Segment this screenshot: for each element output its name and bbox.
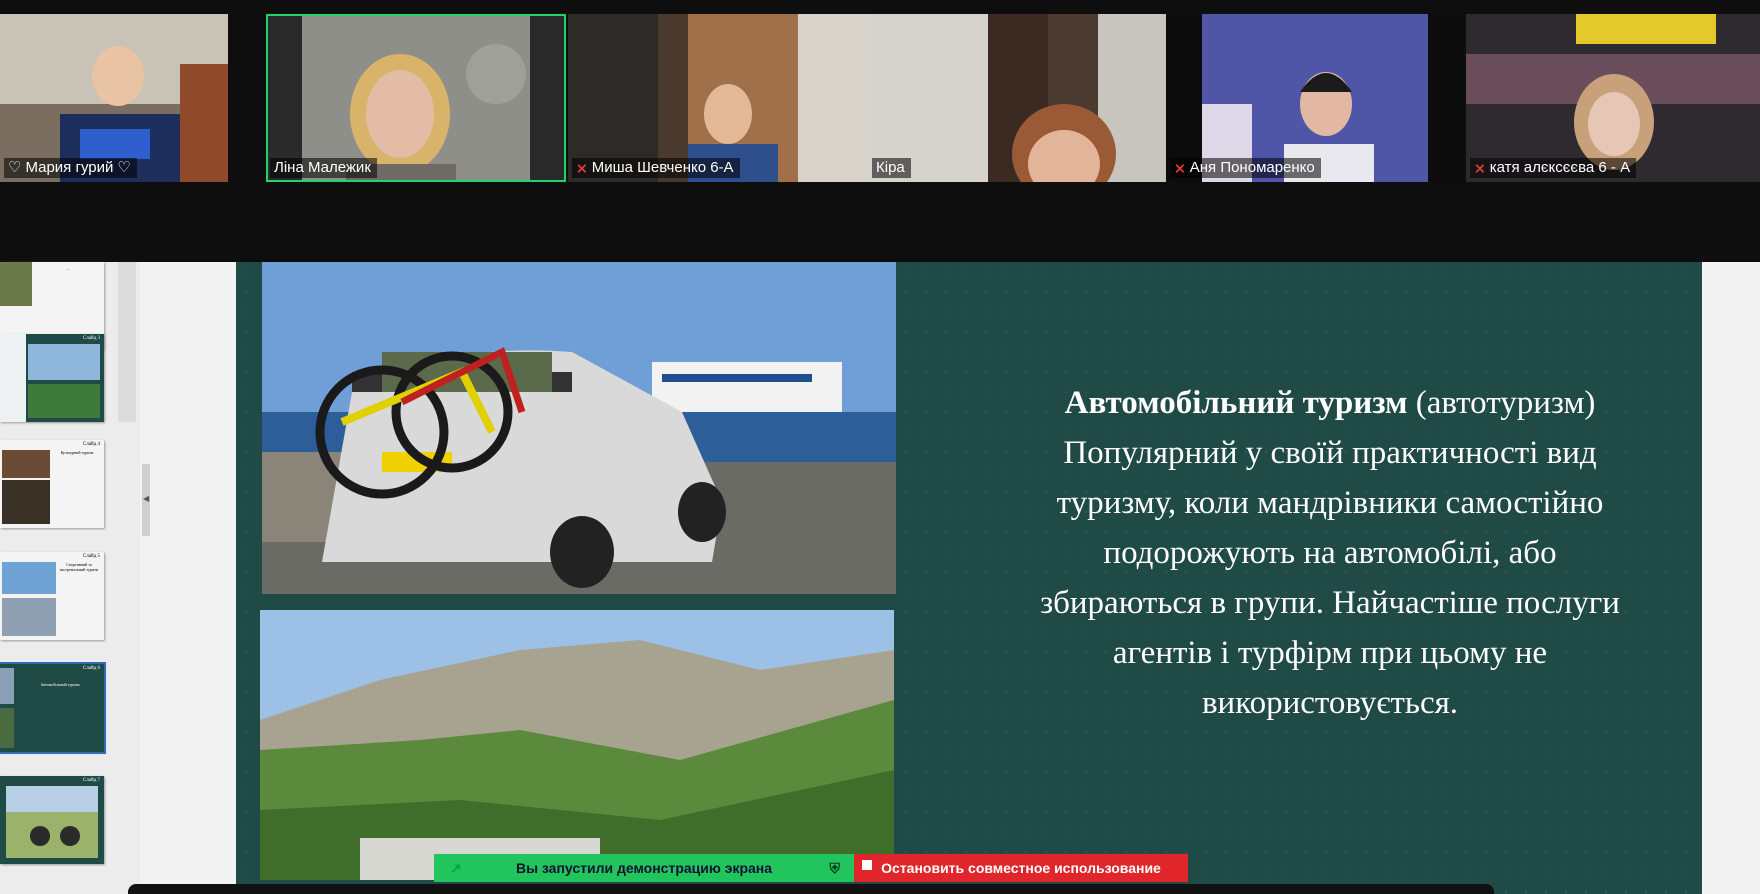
participant-name-tag: ⨯ Аня Пономаренко [1170,158,1321,178]
slides-panel: ... Слайд 3 Слайд 4 Культурний туризм Сл… [0,262,140,894]
participant-name: Кіра [876,159,905,176]
slide-image-car [262,262,896,594]
collapse-panel-handle[interactable]: ◀ [142,464,150,536]
video-feed [868,14,1166,182]
participant-name-tag: Ліна Малежик [270,158,377,178]
participant-name-tag: ⨯ катя алєксєєва 6 - А [1470,158,1637,178]
slide-thumbnail-active[interactable]: Слайд 6 Автомобільний туризм [0,662,106,754]
participant-tile[interactable]: ⨯ Миша Шевченко 6-А [568,14,868,182]
slide-thumbnail[interactable]: Слайд 5 Спортивний та екстремальний тури… [0,552,104,640]
heart-icon: ♡ [8,159,22,176]
video-feed [1466,14,1760,182]
video-feed [266,14,566,182]
video-gallery: ♡ Мария гурий ♡ Ліна Малежик ⨯ Миша Шевч… [0,0,1760,262]
participant-tile[interactable]: ⨯ Аня Пономаренко [1166,14,1464,182]
shield-icon: ⛨ [829,859,841,876]
stop-share-label: Остановить совместное использование [881,860,1161,876]
video-feed [1166,14,1464,182]
participant-name: Ліна Малежик [274,159,371,176]
participant-name: Миша Шевченко 6-А [591,159,734,176]
screen-share-toolbar: ↗ Вы запустили демонстрацию экрана ⛨ Ост… [434,854,1188,882]
car-photo [262,262,896,594]
slide-title: Автомобільний туризм [1064,385,1408,421]
stop-share-button[interactable]: Остановить совместное использование [854,854,1188,882]
video-feed [0,14,228,182]
participant-name: Аня Пономаренко [1189,159,1315,176]
video-feed [568,14,868,182]
slide-image-mountains [260,610,894,880]
thumbnail-text: Культурний туризм [60,450,94,455]
participant-name-tag: ♡ Мария гурий ♡ [4,158,137,178]
thumbnail-image [6,786,98,858]
participant-name: Мария гурий [25,159,114,176]
participant-name: катя алєксєєва 6 - А [1489,159,1631,176]
share-status-text: Вы запустили демонстрацию экрана [515,860,773,876]
scrollbar[interactable] [118,262,136,422]
slide-thumbnail[interactable]: Слайд 3 [0,334,104,422]
thumbnail-image [0,262,32,306]
thumbnail-text: Автомобільний туризм [40,682,80,687]
slide-thumbnail[interactable]: Слайд 7 [0,776,104,864]
muted-mic-icon: ⨯ [1174,160,1186,176]
participant-name-tag: ⨯ Миша Шевченко 6-А [572,158,740,178]
muted-mic-icon: ⨯ [576,160,588,176]
slide-text: Автомобільний туризм (автотуризм) Популя… [1030,378,1630,728]
heart-icon: ♡ [117,159,131,176]
taskbar-edge [128,884,1494,894]
thumbnail-image [0,668,14,748]
muted-mic-icon: ⨯ [1474,160,1486,176]
share-status: ↗ Вы запустили демонстрацию экрана ⛨ [434,854,854,882]
mountain-photo [260,610,894,880]
share-arrow-icon: ↗ [450,859,462,876]
participant-tile[interactable]: Кіра [868,14,1166,182]
thumbnail-text: ... [66,266,70,271]
slide-thumbnail[interactable]: Слайд 4 Культурний туризм [0,440,104,528]
participant-tile[interactable]: ♡ Мария гурий ♡ [0,14,228,182]
slide-body: Популярний у своїй практичності вид тури… [1040,435,1620,721]
participant-tile[interactable]: ⨯ катя алєксєєва 6 - А [1466,14,1760,182]
thumbnail-text: Спортивний та екстремальний туризм [59,562,99,572]
participant-tile-active[interactable]: Ліна Малежик [266,14,566,182]
participant-name-tag: Кіра [872,158,911,178]
thumbnail-image [0,334,100,422]
chevron-left-icon: ◀ [143,494,150,503]
slide-title-subtitle: (автотуризм) [1407,385,1596,421]
stop-icon [862,860,872,870]
